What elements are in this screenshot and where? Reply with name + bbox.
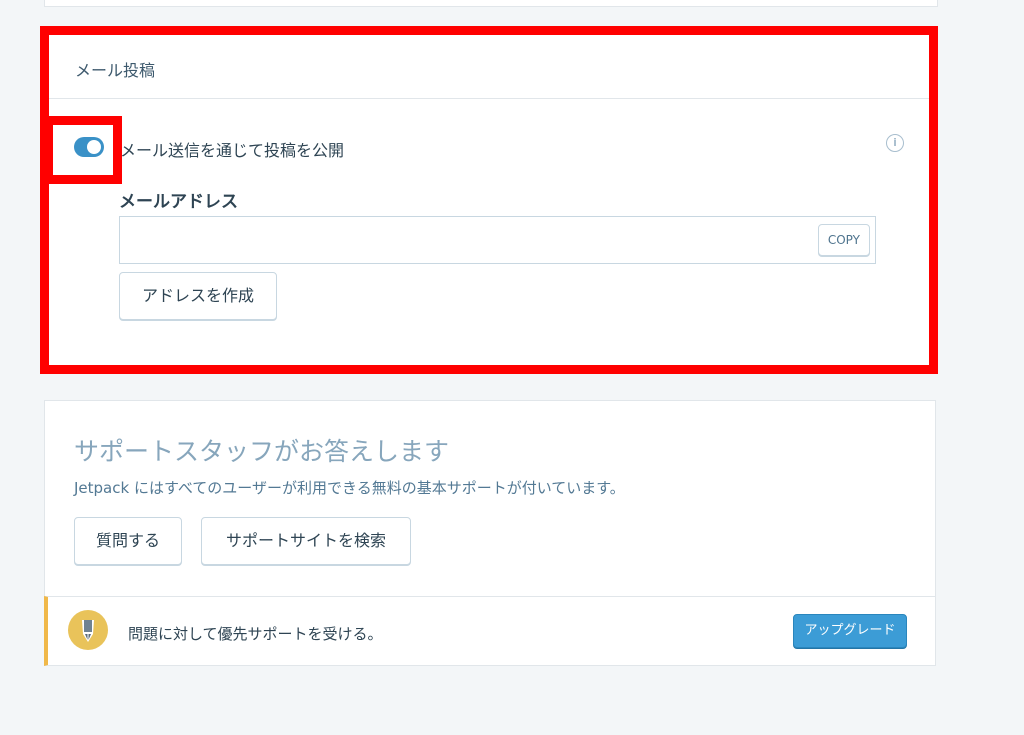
support-card (44, 400, 936, 596)
upgrade-button[interactable]: アップグレード (793, 614, 907, 648)
previous-card (44, 0, 938, 7)
publish-by-email-toggle[interactable] (74, 137, 104, 157)
search-support-site-button[interactable]: サポートサイトを検索 (201, 517, 411, 565)
email-post-header: メール投稿 (45, 33, 935, 99)
support-description: Jetpack にはすべてのユーザーが利用できる無料の基本サポートが付いています… (74, 479, 625, 497)
support-title: サポートスタッフがお答えします (74, 437, 450, 466)
create-address-button[interactable]: アドレスを作成 (119, 272, 277, 320)
email-address-label: メールアドレス (119, 192, 238, 212)
email-address-field[interactable]: COPY (119, 216, 876, 264)
info-icon[interactable]: i (886, 134, 904, 152)
ask-question-button[interactable]: 質問する (74, 517, 182, 565)
upgrade-text: 問題に対して優先サポートを受ける。 (128, 625, 383, 643)
toggle-knob (87, 140, 101, 154)
publish-by-email-label: メール送信を通じて投稿を公開 (120, 141, 345, 160)
copy-button[interactable]: COPY (817, 224, 870, 256)
fountain-pen-icon (68, 610, 108, 650)
